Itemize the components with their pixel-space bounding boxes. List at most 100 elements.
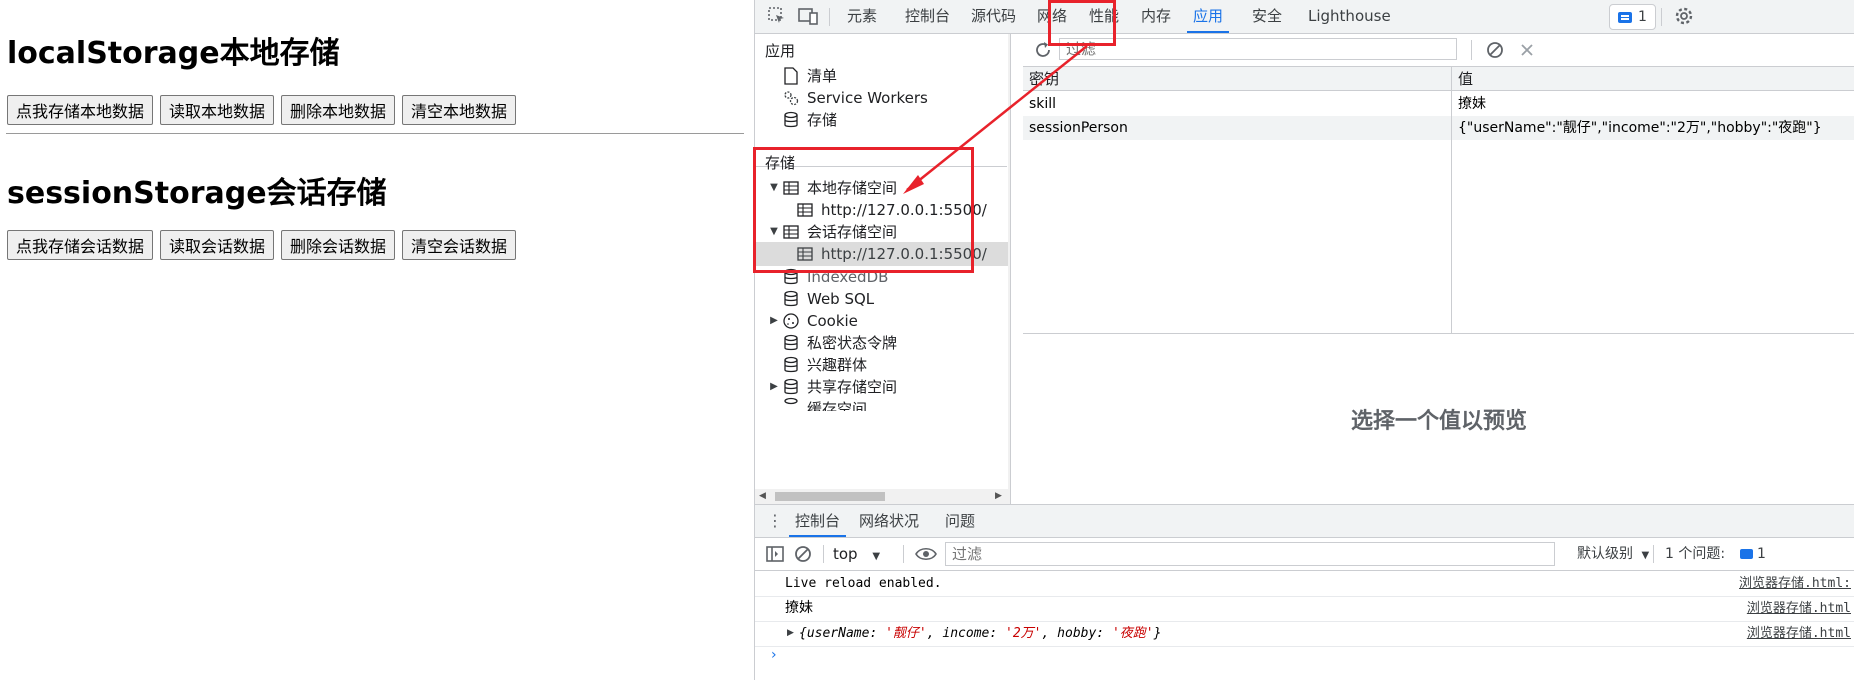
console-message: 撩妹 浏览器存储.html: [755, 596, 1854, 622]
session-button-row: 点我存储会话数据 读取会话数据 删除会话数据 清空会话数据: [7, 230, 517, 260]
store-local-button[interactable]: 点我存储本地数据: [7, 95, 154, 125]
tab-lighthouse[interactable]: Lighthouse: [1308, 0, 1391, 33]
sidebar-item-storage-overview[interactable]: 存储: [767, 108, 837, 132]
database-icon: [781, 356, 801, 374]
column-divider[interactable]: [1451, 67, 1452, 333]
sidebar-item-label: Web SQL: [807, 290, 875, 308]
storage-filter-input[interactable]: [1059, 38, 1457, 60]
read-session-button[interactable]: 读取会话数据: [160, 230, 275, 260]
console-filter-input[interactable]: [945, 542, 1555, 566]
issue-icon: [1739, 549, 1753, 559]
toolbar-separator: [823, 545, 824, 563]
cookie-icon: [781, 312, 801, 330]
sidebar-item-label: 存储: [807, 111, 838, 129]
console-drawer: ⋮ 控制台 网络状况 问题 top ▼ 默认级别 ▼: [755, 504, 1854, 681]
database-icon: [781, 111, 801, 129]
local-button-row: 点我存储本地数据 读取本地数据 删除本地数据 清空本地数据: [7, 95, 517, 125]
file-icon: [781, 67, 801, 85]
console-source-link[interactable]: 浏览器存储.html: [1747, 621, 1851, 646]
drawer-tab-console[interactable]: 控制台: [788, 505, 847, 537]
database-icon: [781, 334, 801, 352]
sidebar-vertical-scrollbar[interactable]: ▲ ▼: [1008, 34, 1010, 504]
console-issues-counter[interactable]: 1 个问题: 1: [1665, 538, 1766, 570]
annotation-application-tab: [1048, 0, 1116, 46]
scroll-right-arrow-icon[interactable]: ▶: [995, 491, 1002, 501]
settings-gear-icon[interactable]: [1674, 6, 1694, 26]
expand-object-arrow-icon[interactable]: ▶: [787, 621, 794, 646]
scroll-left-arrow-icon[interactable]: ◀: [759, 491, 766, 501]
toolbar-separator: [1471, 40, 1472, 60]
web-page: localStorage本地存储 点我存储本地数据 读取本地数据 删除本地数据 …: [0, 0, 754, 680]
console-source-link[interactable]: 浏览器存储.html:: [1739, 571, 1851, 596]
table-row[interactable]: skill 撩妹: [1023, 92, 1854, 116]
scroll-thumb[interactable]: [775, 492, 885, 501]
column-header-value[interactable]: 值: [1452, 67, 1854, 91]
clear-all-icon[interactable]: [1485, 40, 1505, 64]
table-row[interactable]: sessionPerson {"userName":"靓仔","income":…: [1023, 116, 1854, 140]
drawer-tab-bar: ⋮ 控制台 网络状况 问题: [755, 505, 1854, 538]
sidebar-item-private-state-tokens[interactable]: 私密状态令牌: [767, 331, 897, 355]
sidebar-item-cookie[interactable]: ▶ Cookie: [767, 309, 858, 333]
console-source-link[interactable]: 浏览器存储.html: [1747, 596, 1851, 621]
sidebar-horizontal-scrollbar[interactable]: ◀ ▶: [755, 489, 1008, 504]
device-toolbar-icon[interactable]: [797, 6, 818, 26]
context-value: top: [833, 545, 858, 563]
gears-icon: [781, 89, 801, 107]
database-icon: [781, 397, 801, 411]
issue-icon: [1618, 11, 1632, 23]
log-level-selector[interactable]: 默认级别 ▼: [1577, 538, 1649, 570]
live-expression-eye-icon[interactable]: [915, 544, 937, 568]
sidebar-item-shared-storage[interactable]: ▶ 共享存储空间: [767, 375, 897, 399]
drawer-tab-network-conditions[interactable]: 网络状况: [859, 505, 919, 537]
database-icon: [781, 378, 801, 396]
sidebar-item-label: 清单: [807, 67, 838, 85]
value-preview-placeholder: 选择一个值以预览: [1350, 409, 1527, 434]
clear-session-button[interactable]: 清空会话数据: [402, 230, 517, 260]
console-message[interactable]: ▶ {userName: '靓仔', income: '2万', hobby: …: [755, 621, 1854, 647]
console-object-preview: {userName: '靓仔', income: '2万', hobby: '夜…: [799, 626, 1162, 641]
delete-session-button[interactable]: 删除会话数据: [281, 230, 396, 260]
store-session-button[interactable]: 点我存储会话数据: [7, 230, 154, 260]
row-value: 撩妹: [1458, 96, 1486, 112]
sidebar-item-interest-groups[interactable]: 兴趣群体: [767, 353, 867, 377]
tab-elements[interactable]: 元素: [847, 0, 877, 33]
storage-toolbar: [1023, 34, 1854, 67]
sidebar-item-websql[interactable]: Web SQL: [767, 287, 874, 311]
issues-count: 1: [1638, 9, 1647, 25]
console-prompt-icon[interactable]: ›: [771, 647, 777, 663]
collapsed-arrow-icon[interactable]: ▶: [767, 309, 781, 333]
local-storage-title: localStorage本地存储: [7, 36, 340, 71]
toolbar-separator: [829, 8, 830, 26]
sidebar-toggle-icon[interactable]: [765, 544, 785, 568]
collapsed-arrow-icon[interactable]: ▶: [767, 375, 781, 399]
tab-memory[interactable]: 内存: [1141, 0, 1171, 33]
read-local-button[interactable]: 读取本地数据: [160, 95, 275, 125]
context-selector[interactable]: top ▼: [833, 538, 880, 570]
column-header-key[interactable]: 密钥: [1023, 67, 1451, 91]
devtools-panel: 元素 控制台 源代码 网络 性能 内存 应用 安全 Lighthouse 1 应…: [753, 0, 1854, 681]
issues-counter[interactable]: 1: [1609, 4, 1656, 30]
clear-local-button[interactable]: 清空本地数据: [402, 95, 517, 125]
delete-local-button[interactable]: 删除本地数据: [281, 95, 396, 125]
console-toolbar: top ▼ 默认级别 ▼ 1 个问题: 1: [755, 538, 1854, 571]
sidebar-item-cache-storage[interactable]: 缓存空间: [767, 397, 867, 411]
tab-sources[interactable]: 源代码: [971, 0, 1016, 33]
console-message-text: 撩妹: [785, 600, 813, 616]
tab-security[interactable]: 安全: [1252, 0, 1282, 33]
session-storage-title: sessionStorage会话存储: [7, 176, 387, 211]
inspect-element-icon[interactable]: [767, 6, 787, 26]
more-options-icon[interactable]: ⋮: [767, 511, 783, 531]
clear-console-icon[interactable]: [793, 544, 813, 568]
dropdown-arrow-icon: ▼: [872, 551, 881, 562]
sidebar-item-label: Service Workers: [807, 89, 928, 107]
sidebar-item-manifest[interactable]: 清单: [767, 64, 837, 88]
tab-console[interactable]: 控制台: [905, 0, 950, 33]
tab-application[interactable]: 应用: [1187, 0, 1230, 33]
toolbar-separator: [903, 545, 904, 563]
drawer-tab-issues[interactable]: 问题: [945, 505, 975, 537]
sidebar-item-service-workers[interactable]: Service Workers: [767, 86, 928, 110]
database-icon: [781, 290, 801, 308]
delete-selected-icon[interactable]: [1517, 40, 1537, 64]
sidebar-item-label: Cookie: [807, 312, 858, 330]
sidebar-header-application: 应用: [765, 42, 796, 60]
